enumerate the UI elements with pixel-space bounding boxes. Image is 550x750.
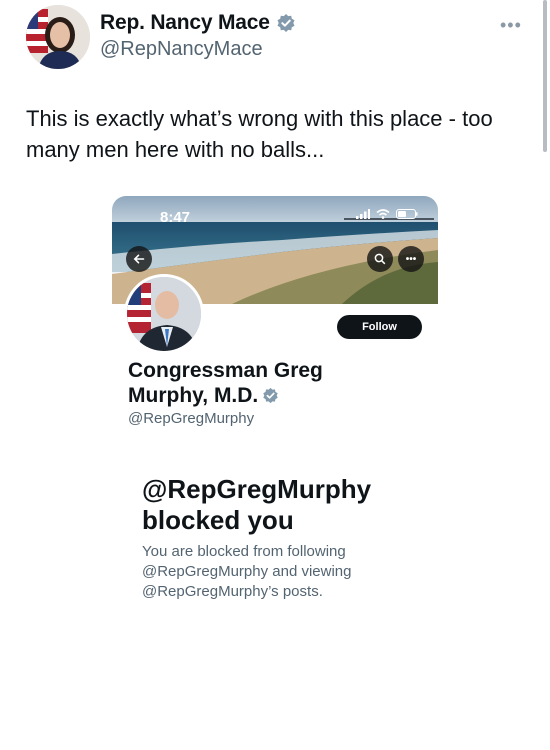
search-icon[interactable] [367,246,393,272]
tweet-text: This is exactly what’s wrong with this p… [26,106,493,162]
blocked-description: You are blocked from following @RepGregM… [142,543,352,600]
tweet-header: Rep. Nancy Mace @RepNancyMace ••• [26,5,526,69]
wifi-icon [376,209,390,219]
back-arrow-icon[interactable] [126,246,152,272]
battery-icon [396,209,418,219]
more-horizontal-icon[interactable]: ••• [500,15,522,36]
author-handle[interactable]: @RepNancyMace [100,38,263,61]
scrollbar[interactable] [543,0,547,152]
signal-icon [356,209,370,219]
profile-handle: @RepGregMurphy [128,410,255,427]
author-avatar[interactable] [26,5,90,69]
author-name-row: Rep. Nancy Mace [100,11,296,35]
status-icons [356,209,418,219]
follow-button[interactable]: Follow [337,315,422,339]
verified-badge-icon [276,13,296,33]
more-options-icon[interactable]: ••• [398,246,424,272]
embedded-screenshot[interactable]: 8:47 ••• Follow Congressman Greg Murphy,… [112,196,438,636]
status-time: 8:47 [160,209,191,226]
verified-badge-icon [262,385,279,404]
profile-avatar[interactable] [124,274,204,354]
profile-display-name: Congressman Greg Murphy, M.D. [128,359,323,407]
author-name[interactable]: Rep. Nancy Mace [100,11,270,35]
blocked-title: @RepGregMurphy blocked you [142,474,372,535]
